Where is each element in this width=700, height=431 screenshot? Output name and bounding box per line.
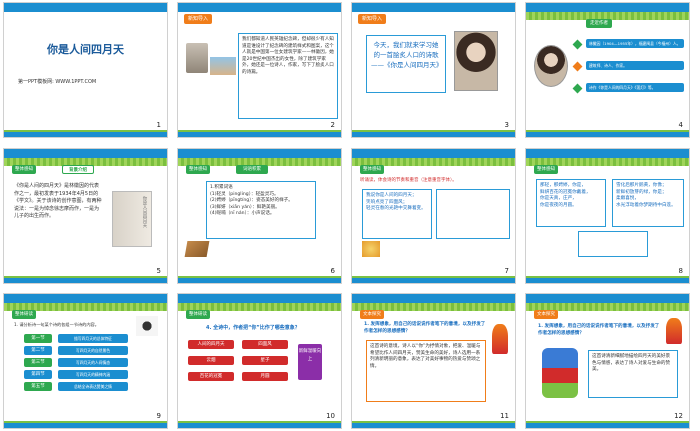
slide-6-thumbnail[interactable]: 整体感知 词语积累 1.积累词语 (1)轻灵（pingling）：轻盈灵巧。 (… <box>177 148 342 284</box>
imagery-summary: 新鲜温暖向上 <box>298 344 322 380</box>
section-tag: 整体感知 <box>12 165 36 174</box>
slide-10-thumbnail[interactable]: 整体研读 4. 全诗中，作者把“你”比作了哪些意象？ 人间的四月天 四面风 云烟… <box>177 293 342 429</box>
slide-subtitle: 第一PPT模板网: WWW.1PPT.COM <box>18 79 97 85</box>
section-tag: 文本探究 <box>360 310 384 319</box>
section-tag: 整体感知 <box>534 165 558 174</box>
answer-text: 这首诗清新细腻地描绘四月天的美好景色与情感，表达了诗人对爱与生命的赞美。 <box>588 350 678 398</box>
author-portrait <box>534 45 568 87</box>
slide-grid: 你是人间四月天 第一PPT模板网: WWW.1PPT.COM 1 新知导入 我们… <box>0 0 700 431</box>
section-label: 第五节 <box>24 382 52 391</box>
poem-stanza-left: 那轻，那娉婷，你是， 鲜妍百花的冠冕你戴着， 你是天真，庄严， 你是夜夜的月圆。 <box>536 179 606 227</box>
building-image <box>210 57 236 75</box>
slide-4-thumbnail[interactable]: 走近作者 林徽因（1904—1955年），福建闽县（今福州）人。 建筑师、诗人、… <box>525 2 690 138</box>
author-fact-3: 诗作《你是人间的四月天》《莲灯》等。 <box>586 83 684 92</box>
slide-number: 4 <box>678 121 683 129</box>
question-text: 1. 发挥想象，用自己的话说说作者笔下的意境，以及抒发了作者怎样的思想感情？ <box>364 322 486 334</box>
section-label: 第二节 <box>24 346 52 355</box>
section-note: 写四月天的人间情态 <box>58 358 128 367</box>
intro-text: 我们都知道人民英雄纪念碑，但却很少有人知道是谁设计了纪念碑的建筑样式和图案，这个… <box>238 33 338 119</box>
section-label: 第一节 <box>24 334 52 343</box>
slide-2-thumbnail[interactable]: 新知导入 我们都知道人民英雄纪念碑，但却很少有人知道是谁设计了纪念碑的建筑样式和… <box>177 2 342 138</box>
section-tag: 整体研读 <box>12 310 36 319</box>
imagery-item: 百花的冠冕 <box>188 372 234 381</box>
vocab-item: (4)呢喃（nī nán）：小声说话。 <box>210 211 275 216</box>
section-tag: 文本探究 <box>534 310 558 319</box>
diamond-icon <box>572 83 583 94</box>
author-fact-1: 林徽因（1904—1955年），福建闽县（今福州）人。 <box>586 39 684 48</box>
slide-number: 8 <box>678 267 683 275</box>
slide-title: 你是人间四月天 <box>47 43 124 56</box>
section-tag: 新知导入 <box>184 14 213 24</box>
slide-8-thumbnail[interactable]: 整体感知 那轻，那娉婷，你是， 鲜妍百花的冠冕你戴着， 你是天真，庄严， 你是夜… <box>525 148 690 284</box>
book-icon <box>184 241 210 257</box>
question-text: 1. 发挥想象，用自己的话说说作者笔下的意境，以及抒发了作者怎样的思想感情？ <box>538 324 660 336</box>
slide-1-thumbnail[interactable]: 你是人间四月天 第一PPT模板网: WWW.1PPT.COM 1 <box>3 2 168 138</box>
slide-number: 11 <box>500 412 509 420</box>
section-tag: 整体研读 <box>186 310 210 319</box>
section-note: 描写四月天的总体特征 <box>58 334 128 343</box>
slide-number: 7 <box>504 267 509 275</box>
poem-line: 你是夜夜的月圆。 <box>540 202 577 208</box>
students-illustration <box>542 348 578 398</box>
poem-line: 轻灵在春的光艳中交舞着变。 <box>366 206 426 211</box>
slide-9-thumbnail[interactable]: 整体研读 1. 请分析诗一句某个诗的各组一节诗的内容。 第一节 第二节 第三节 … <box>3 293 168 429</box>
slide-11-thumbnail[interactable]: 文本探究 1. 发挥想象，用自己的话说说作者笔下的意境，以及抒发了作者怎样的思想… <box>351 293 516 429</box>
section-note: 写四月天的精神内涵 <box>58 370 128 379</box>
section-tag: 新知导入 <box>358 14 387 24</box>
section-heading: 背景介绍 <box>62 165 94 174</box>
vocab-list: 1.积累词语 (1)轻灵（pingling）：轻盈灵巧。 (2)娉婷（pīngt… <box>206 181 316 239</box>
intro-question: 今天，我们就来学习她的一首脍炙人口的诗歌——《你是人间四月天》 <box>366 35 446 93</box>
slide-header-bar <box>4 3 167 12</box>
slide-3-thumbnail[interactable]: 新知导入 今天，我们就来学习她的一首脍炙人口的诗歌——《你是人间四月天》 3 <box>351 2 516 138</box>
instruction-text: 听诵读，体会诗的节奏和重音（注意重音字体）。 <box>360 178 457 183</box>
pencil-icon <box>666 318 682 344</box>
section-heading: 词语积累 <box>236 165 268 174</box>
book-cover-image: 你是人间四月天 <box>112 191 152 247</box>
question-text: 1. 请分析诗一句某个诗的各组一节诗的内容。 <box>14 322 99 327</box>
slide-number: 9 <box>156 412 161 420</box>
book-title: 你是人间四月天 <box>142 196 147 228</box>
imagery-item: 人间的四月天 <box>188 340 234 349</box>
slide-5-thumbnail[interactable]: 整体感知 背景介绍 《你是人间的四月天》是林徽因的代表作之一，最初发表于1934… <box>3 148 168 284</box>
imagery-item: 星子 <box>242 356 288 365</box>
author-portrait <box>454 31 498 91</box>
cat-icon <box>136 316 158 336</box>
flower-icon <box>362 241 380 257</box>
slide-number: 10 <box>326 412 335 420</box>
background-text: 《你是人间的四月天》是林徽因的代表作之一，最初发表于1934年4月5日的《学文》… <box>14 183 102 219</box>
section-tag: 整体感知 <box>186 165 210 174</box>
diamond-icon <box>572 61 583 72</box>
section-tag: 走近作者 <box>586 19 612 28</box>
section-note: 总结全诗表达赞美之情 <box>58 382 128 391</box>
imagery-item: 云烟 <box>188 356 234 365</box>
section-label: 第三节 <box>24 358 52 367</box>
slide-number: 2 <box>330 121 335 129</box>
poem-right <box>436 189 510 239</box>
slide-7-thumbnail[interactable]: 整体感知 听诵读，体会诗的节奏和重音（注意重音字体）。 我说你是人间的四月天； … <box>351 148 516 284</box>
slide-number: 6 <box>330 267 335 275</box>
slide-number: 5 <box>156 267 161 275</box>
monument-image <box>186 43 208 73</box>
pencil-icon <box>492 324 508 354</box>
question-text: 4. 全诗中，作者把“你”比作了哪些意象？ <box>206 325 300 331</box>
slide-number: 12 <box>674 412 683 420</box>
section-label: 第四节 <box>24 370 52 379</box>
section-tag: 整体感知 <box>360 165 384 174</box>
slide-12-thumbnail[interactable]: 文本探究 1. 发挥想象，用自己的话说说作者笔下的意境，以及抒发了作者怎样的思想… <box>525 293 690 429</box>
poem-line: 水光浮动着你梦期待中白莲。 <box>616 202 676 208</box>
poem-stanza-bottom <box>578 231 648 257</box>
section-note: 写四月天的自然景色 <box>58 346 128 355</box>
imagery-item: 四面风 <box>242 340 288 349</box>
slide-number: 3 <box>504 121 509 129</box>
author-fact-2: 建筑师、诗人、作家。 <box>586 61 684 70</box>
answer-text: 这首诗的意境，诗人以“你”为抒情对象，把爱、温暖与希望比作人间四月天，赞美生命的… <box>366 340 486 402</box>
poem-stanza-right: 雪化后那片鹅黄，你像； 新鲜初放芽的绿，你是； 柔嫩喜悦， 水光浮动着你梦期待中… <box>612 179 684 227</box>
imagery-item: 月圆 <box>242 372 288 381</box>
slide-number: 1 <box>156 121 161 129</box>
diamond-icon <box>572 39 583 50</box>
poem-left: 我说你是人间的四月天； 笑响点亮了四面风； 轻灵在春的光艳中交舞着变。 <box>362 189 432 239</box>
